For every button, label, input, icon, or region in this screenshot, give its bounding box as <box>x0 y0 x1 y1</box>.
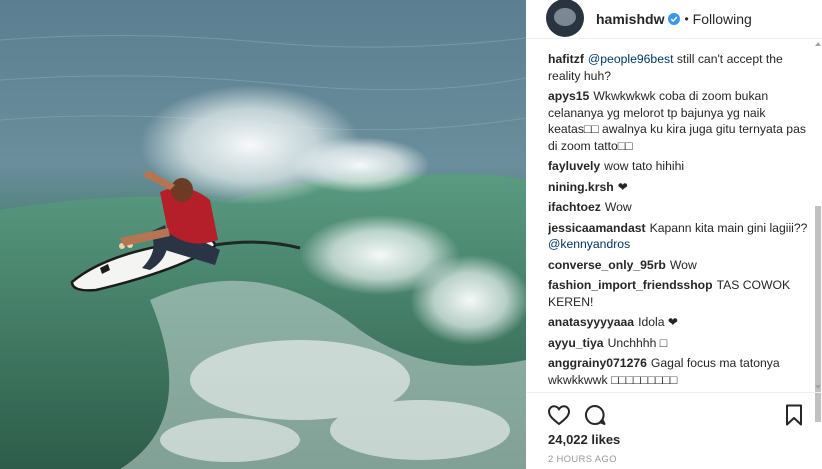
comment-item: apys15 Wkwkwkwk coba di zoom bukan celana… <box>548 88 813 154</box>
post-sidebar: hamishdw • Following hafitzf @people96bes… <box>526 0 822 469</box>
comment-item: jessicaamandast Kapann kita main gini lag… <box>548 220 813 253</box>
comment-text: ❤ <box>617 179 628 194</box>
comment-item: ifachtoez Wow <box>548 199 813 216</box>
post-photo[interactable] <box>0 0 526 469</box>
comment-username[interactable]: fashion_import_friendsshop <box>548 278 713 292</box>
comment-username[interactable]: anggrainy071276 <box>548 356 647 370</box>
author-username[interactable]: hamishdw <box>596 11 664 27</box>
bookmark-icon[interactable] <box>782 403 806 427</box>
comment-item: anatasyyyyaaa Idola ❤ <box>548 314 813 331</box>
comment-text: Wow <box>669 257 697 272</box>
comment-item: nining.krsh ❤ <box>548 179 813 196</box>
comment-item: fashion_import_friendsshop TAS COWOK KERE… <box>548 277 813 310</box>
comment-username[interactable]: hafitzf <box>548 52 584 66</box>
surfer-photo <box>0 0 526 469</box>
scroll-thumb[interactable] <box>815 206 821 422</box>
comment-text: Wow <box>604 200 632 214</box>
comment-scrollbar[interactable] <box>814 40 822 422</box>
post-timestamp[interactable]: 2 HOURS AGO <box>548 454 617 465</box>
comment-text: Kapann kita main gini lagiii?? <box>649 220 808 235</box>
comment-username[interactable]: ayyu_tiya <box>548 336 604 350</box>
comment-username[interactable]: apys15 <box>548 89 589 103</box>
post-header: hamishdw • Following <box>526 0 822 39</box>
comment-username[interactable]: anatasyyyyaaa <box>548 315 634 329</box>
heart-outline-icon[interactable] <box>547 403 571 427</box>
separator-dot: • <box>684 12 689 26</box>
comment-item: ayyu_tiya Unchhhh □ <box>548 335 813 352</box>
avatar[interactable] <box>546 0 584 37</box>
comment-item: hafitzf @people96best still can't accept … <box>548 51 813 84</box>
comment-mention-link[interactable]: @kennyandros <box>548 237 630 251</box>
speech-bubble-icon[interactable] <box>583 403 607 427</box>
comment-list[interactable]: hafitzf @people96best still can't accept … <box>548 51 813 391</box>
comment-text: wow tato hihihi <box>604 159 685 173</box>
verified-badge-icon <box>668 13 681 25</box>
comment-text: Idola ❤ <box>638 315 679 329</box>
following-button[interactable]: Following <box>693 11 752 27</box>
like-count[interactable]: 24,022 likes <box>548 432 620 447</box>
comment-item: converse_only_95rb Wow <box>548 257 813 274</box>
comment-username[interactable]: fayluvely <box>548 159 600 173</box>
comment-username[interactable]: ifachtoez <box>548 200 601 214</box>
scroll-up-arrow-icon[interactable] <box>815 42 821 46</box>
comment-text: Unchhhh □ <box>607 335 668 350</box>
scroll-down-arrow-icon[interactable] <box>815 385 821 389</box>
comment-mention-link[interactable]: @people96best <box>588 52 674 66</box>
comment-item: fayluvely wow tato hihihi <box>548 158 813 175</box>
comment-username[interactable]: converse_only_95rb <box>548 258 666 272</box>
comment-username[interactable]: nining.krsh <box>548 180 614 194</box>
comment-username[interactable]: jessicaamandast <box>548 221 646 235</box>
comment-item: anggrainy071276 Gagal focus ma tatonya wk… <box>548 355 813 388</box>
